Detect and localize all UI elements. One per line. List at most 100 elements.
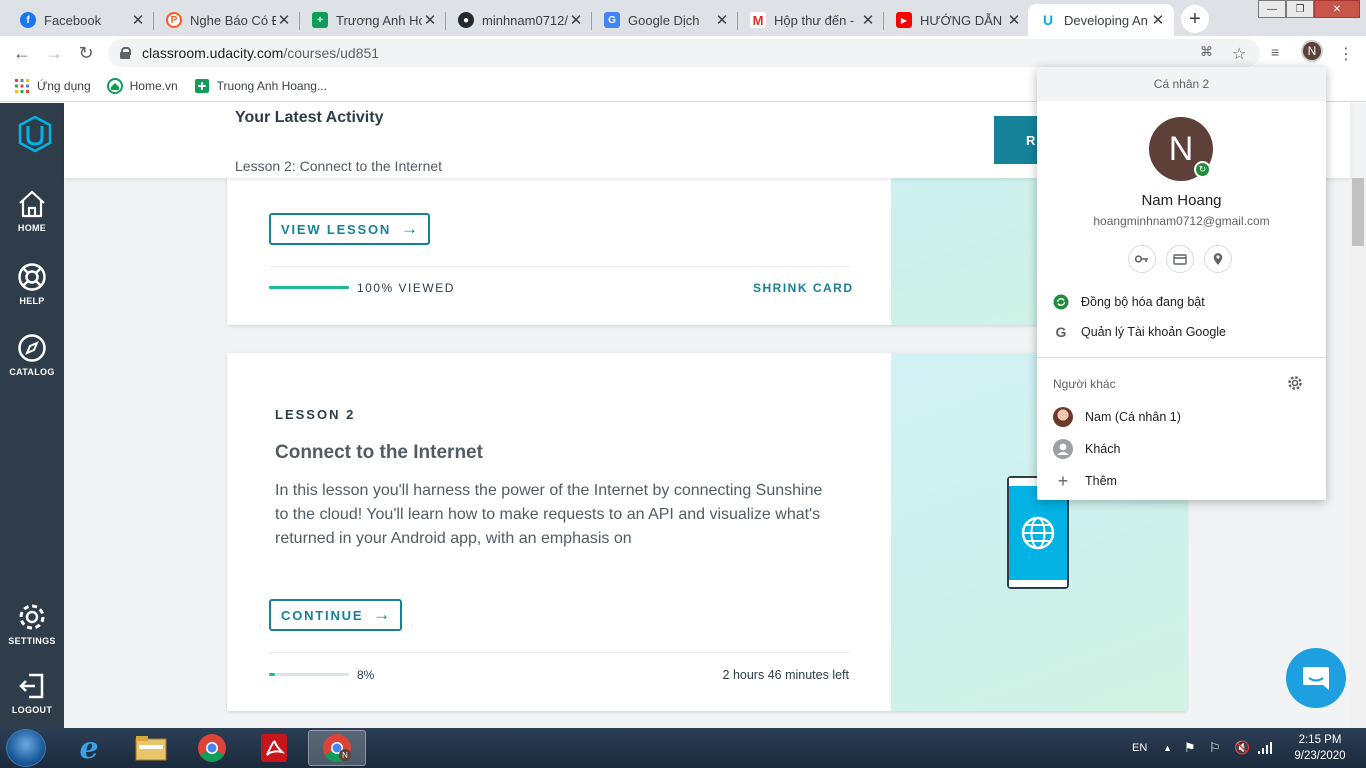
- close-tab-icon[interactable]: ✕: [1006, 11, 1022, 29]
- person-item-nam[interactable]: Nam (Cá nhân 1): [1053, 407, 1181, 427]
- close-tab-icon[interactable]: ✕: [568, 11, 584, 29]
- reload-icon[interactable]: ↻: [74, 41, 98, 65]
- bookmark-apps[interactable]: Ứng dụng: [14, 78, 91, 94]
- sidebar-item-help[interactable]: HELP: [0, 262, 64, 306]
- compass-icon: [18, 334, 46, 362]
- activity-subtitle: Lesson 2: Connect to the Internet: [235, 158, 443, 174]
- close-tab-icon[interactable]: ✕: [1150, 11, 1166, 29]
- udacity-logo-icon[interactable]: [18, 115, 52, 153]
- shrink-card-link[interactable]: SHRINK CARD: [753, 281, 854, 295]
- globe-icon: [1021, 516, 1055, 550]
- sidebar-item-settings[interactable]: SETTINGS: [0, 602, 64, 646]
- github-icon: ●: [458, 12, 474, 28]
- arrow-right-icon: →: [373, 605, 391, 624]
- minimize-icon[interactable]: —: [1258, 0, 1286, 18]
- page-scrollbar[interactable]: [1350, 178, 1366, 728]
- window-controls: — ❐ ✕: [1258, 0, 1360, 18]
- close-tab-icon[interactable]: ✕: [422, 11, 438, 29]
- gmail-icon: M: [750, 12, 766, 28]
- profile-menu-header: Cá nhân 2: [1037, 67, 1326, 101]
- media-queue-icon[interactable]: ≡: [1271, 44, 1279, 60]
- close-window-icon[interactable]: ✕: [1314, 0, 1360, 18]
- url-text: classroom.udacity.com/courses/ud851: [142, 45, 380, 61]
- network-signal-icon[interactable]: [1257, 728, 1273, 768]
- chrome-profile-active-icon[interactable]: N: [308, 730, 366, 766]
- adobe-reader-icon[interactable]: [245, 730, 303, 766]
- plus-icon: +: [1057, 470, 1069, 491]
- volume-muted-icon[interactable]: 🔇: [1234, 728, 1250, 768]
- close-tab-icon[interactable]: ✕: [130, 11, 146, 29]
- help-lifebuoy-icon: [18, 263, 46, 291]
- tab-udacity-active[interactable]: U Developing An ✕: [1028, 4, 1174, 36]
- chrome-icon[interactable]: [183, 730, 241, 766]
- svg-text:N: N: [342, 751, 348, 760]
- youtube-icon: ▶: [896, 12, 912, 28]
- manage-people-gear-icon[interactable]: [1287, 375, 1303, 391]
- facebook-icon: f: [20, 12, 36, 28]
- file-explorer-icon[interactable]: [122, 730, 180, 766]
- tab-google-translate[interactable]: G Google Dịch ✕: [592, 4, 738, 36]
- progress-label: 8%: [357, 668, 375, 682]
- logout-icon: [19, 673, 44, 699]
- back-icon[interactable]: ←: [10, 41, 34, 65]
- maximize-icon[interactable]: ❐: [1286, 0, 1314, 18]
- sync-icon: [1053, 294, 1069, 310]
- profile-avatar-button[interactable]: N: [1301, 40, 1323, 62]
- bookmark-home-vn[interactable]: Home.vn: [106, 77, 178, 94]
- location-pin-icon[interactable]: [1204, 245, 1232, 273]
- payment-card-icon[interactable]: [1166, 245, 1194, 273]
- windows-start-icon[interactable]: [6, 729, 46, 767]
- tab-nghe-bao[interactable]: P Nghe Báo Có Đ ✕: [154, 4, 300, 36]
- menu-kebab-icon[interactable]: ⋮: [1338, 44, 1354, 64]
- sheets-icon: [194, 78, 209, 93]
- lesson-description: In this lesson you'll harness the power …: [275, 482, 823, 547]
- action-center-icon[interactable]: ⚑: [1184, 728, 1196, 768]
- udacity-icon: U: [1040, 12, 1056, 28]
- tab-gmail[interactable]: M Hộp thư đến - ✕: [738, 4, 884, 36]
- scrollbar-thumb[interactable]: [1352, 178, 1364, 246]
- new-tab-button[interactable]: +: [1181, 5, 1209, 33]
- progress-bar: [269, 286, 349, 289]
- guest-person-icon: [1053, 439, 1073, 459]
- other-people-label: Người khác: [1053, 377, 1116, 391]
- activity-title: Your Latest Activity: [235, 109, 384, 126]
- google-g-icon: G: [1055, 324, 1067, 340]
- internet-explorer-icon[interactable]: e: [60, 730, 118, 766]
- sync-status-row[interactable]: Đồng bộ hóa đang bật: [1053, 294, 1205, 310]
- sidebar-item-home[interactable]: HOME: [0, 189, 64, 233]
- person-item-guest[interactable]: Khách: [1053, 439, 1120, 459]
- address-bar[interactable]: classroom.udacity.com/courses/ud851: [108, 39, 1260, 67]
- tab-youtube[interactable]: ▶ HƯỚNG DẪN T ✕: [884, 4, 1030, 36]
- close-tab-icon[interactable]: ✕: [276, 11, 292, 29]
- progress-label: 100% VIEWED: [357, 281, 455, 295]
- chat-icon: [1303, 667, 1329, 690]
- apps-grid-icon: [15, 78, 29, 93]
- translate-page-icon[interactable]: ⌘: [1200, 44, 1213, 60]
- language-indicator[interactable]: EN: [1132, 728, 1147, 768]
- profile-email: hoangminhnam0712@gmail.com: [1093, 214, 1270, 228]
- manage-google-account-row[interactable]: G Quản lý Tài khoản Google: [1053, 324, 1226, 340]
- tab-github[interactable]: ● minhnam0712/ ✕: [446, 4, 592, 36]
- bookmark-star-icon[interactable]: ☆: [1232, 44, 1246, 64]
- home-icon: [19, 190, 45, 218]
- chat-support-button[interactable]: [1286, 648, 1346, 708]
- system-clock[interactable]: 2:15 PM 9/23/2020: [1290, 732, 1350, 764]
- bookmark-sheets[interactable]: Truong Anh Hoang...: [194, 78, 327, 94]
- home-vn-icon: [106, 77, 123, 94]
- tab-sheets[interactable]: + Trương Anh Ho ✕: [300, 4, 446, 36]
- tab-facebook[interactable]: f Facebook ✕: [8, 4, 154, 36]
- show-hidden-icons-icon[interactable]: ▲: [1163, 728, 1172, 768]
- add-person-item[interactable]: + Thêm: [1053, 471, 1117, 491]
- close-tab-icon[interactable]: ✕: [714, 11, 730, 29]
- close-tab-icon[interactable]: ✕: [860, 11, 876, 29]
- continue-button[interactable]: CONTINUE →: [269, 599, 403, 631]
- gear-icon: [19, 604, 45, 630]
- passwords-key-icon[interactable]: [1128, 245, 1156, 273]
- sidebar-item-logout[interactable]: LOGOUT: [0, 671, 64, 715]
- flag-icon[interactable]: ⚐: [1209, 728, 1221, 768]
- view-lesson-button[interactable]: VIEW LESSON →: [269, 213, 431, 245]
- arrow-right-icon: →: [401, 219, 419, 238]
- forward-icon[interactable]: →: [42, 41, 66, 65]
- browser-toolbar: ← → ↻ classroom.udacity.com/courses/ud85…: [0, 36, 1366, 70]
- sidebar-item-catalog[interactable]: CATALOG: [0, 333, 64, 377]
